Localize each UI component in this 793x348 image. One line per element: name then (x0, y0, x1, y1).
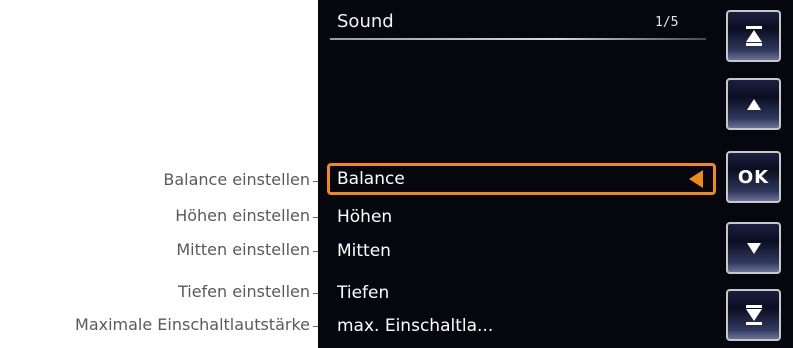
menu-item-mitten[interactable]: Mitten (337, 240, 391, 262)
menu-item-balance[interactable]: Balance (337, 168, 405, 190)
callout-hoehen: Höhen einstellen (175, 206, 310, 225)
first-page-button[interactable] (726, 10, 781, 62)
selection-arrow-icon (689, 170, 703, 188)
callout-mitten: Mitten einstellen (176, 240, 310, 259)
menu-item-max-einschaltlautstaerke[interactable]: max. Einschaltla... (337, 315, 493, 337)
last-page-icon (745, 305, 762, 325)
scroll-down-button[interactable] (726, 222, 781, 274)
arrow-up-icon (746, 98, 761, 110)
menu-item-tiefen[interactable]: Tiefen (337, 282, 389, 304)
last-page-button[interactable] (726, 289, 781, 341)
arrow-down-icon (746, 242, 761, 254)
callout-max-einschaltlautstaerke: Maximale Einschaltlautstärke (75, 315, 310, 334)
ok-button-label: OK (737, 166, 770, 188)
first-page-icon (745, 26, 762, 46)
callout-balance: Balance einstellen (163, 170, 310, 189)
scroll-up-button[interactable] (726, 78, 781, 130)
ok-button[interactable]: OK (726, 151, 781, 203)
callout-tiefen: Tiefen einstellen (177, 282, 310, 301)
title-divider (330, 38, 706, 40)
menu-title: Sound (337, 11, 394, 32)
menu-item-hoehen[interactable]: Höhen (337, 206, 392, 228)
page-indicator: 1/5 (655, 15, 679, 30)
